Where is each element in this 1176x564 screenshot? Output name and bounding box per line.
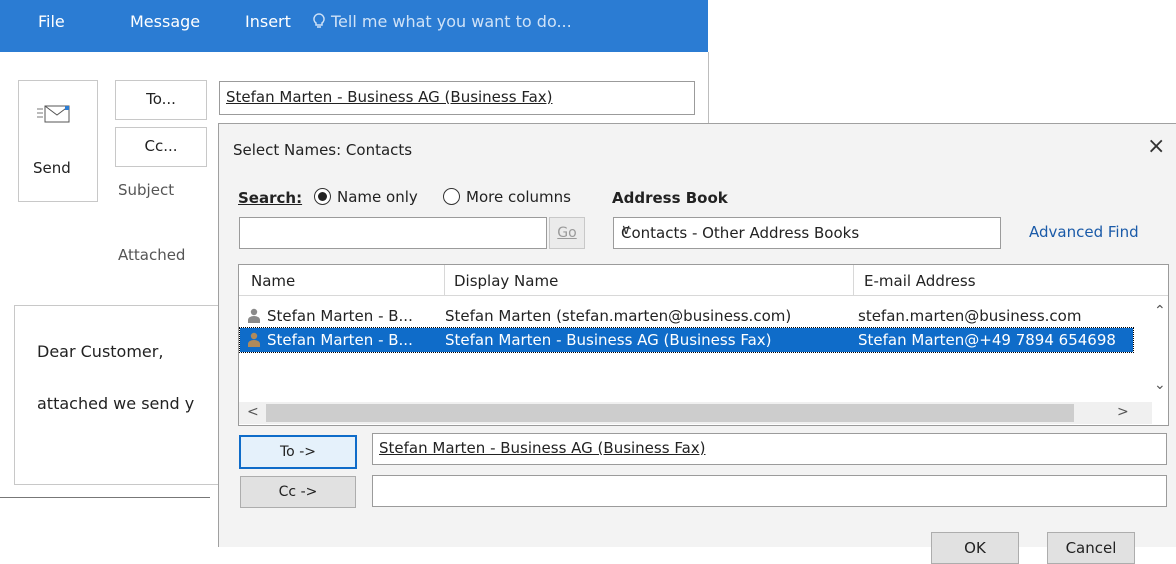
- address-book-label: Address Book: [612, 189, 728, 207]
- contact-email: Stefan Marten@+49 7894 654698: [858, 331, 1116, 349]
- contact-email: stefan.marten@business.com: [858, 307, 1082, 325]
- radio-more-columns-label: More columns: [466, 188, 571, 206]
- tab-insert[interactable]: Insert: [245, 12, 291, 31]
- cc-arrow-button[interactable]: Cc ->: [240, 476, 356, 508]
- send-button[interactable]: Send: [18, 80, 98, 202]
- column-name[interactable]: Name: [251, 272, 295, 290]
- body-line-2: attached we send y: [37, 394, 195, 413]
- contact-row[interactable]: Stefan Marten - B... Stefan Marten (stef…: [240, 304, 1133, 328]
- column-email[interactable]: E-mail Address: [864, 272, 976, 290]
- send-envelope-icon: [37, 105, 70, 123]
- horizontal-scrollbar[interactable]: < >: [239, 402, 1152, 424]
- column-divider[interactable]: [444, 265, 445, 295]
- contacts-list[interactable]: Name Display Name E-mail Address Stefan …: [238, 264, 1169, 426]
- compose-cc-button[interactable]: Cc...: [115, 127, 207, 167]
- chevron-down-icon: ∨: [621, 222, 632, 238]
- compose-to-value: Stefan Marten - Business AG (Business Fa…: [226, 88, 553, 106]
- scroll-left-icon[interactable]: <: [247, 404, 259, 420]
- contact-name: Stefan Marten - B...: [267, 307, 413, 325]
- lightbulb-icon: [313, 13, 325, 28]
- compose-to-button[interactable]: To...: [115, 80, 207, 120]
- message-body[interactable]: Dear Customer, attached we send y: [14, 305, 221, 485]
- to-recipients-value: Stefan Marten - Business AG (Business Fa…: [379, 439, 706, 457]
- cancel-button[interactable]: Cancel: [1047, 532, 1135, 564]
- radio-selected-icon: [314, 188, 331, 205]
- contact-display-name: Stefan Marten (stefan.marten@business.co…: [445, 307, 792, 325]
- to-arrow-button[interactable]: To ->: [239, 435, 357, 469]
- contact-person-icon: [248, 332, 260, 347]
- compose-to-field[interactable]: Stefan Marten - Business AG (Business Fa…: [219, 81, 695, 115]
- contact-person-icon: [248, 308, 260, 323]
- contact-name: Stefan Marten - B...: [267, 331, 413, 349]
- radio-name-only[interactable]: Name only: [314, 188, 418, 206]
- send-label: Send: [33, 159, 71, 177]
- contact-display-name: Stefan Marten - Business AG (Business Fa…: [445, 331, 772, 349]
- tab-message[interactable]: Message: [130, 12, 200, 31]
- ok-button[interactable]: OK: [931, 532, 1019, 564]
- subject-label: Subject: [118, 181, 175, 199]
- scroll-right-icon[interactable]: >: [1117, 404, 1129, 420]
- column-display-name[interactable]: Display Name: [454, 272, 558, 290]
- search-label: Search:: [238, 189, 303, 207]
- to-recipients-field[interactable]: Stefan Marten - Business AG (Business Fa…: [372, 433, 1167, 465]
- column-divider[interactable]: [853, 265, 854, 295]
- attached-label: Attached: [118, 246, 186, 264]
- radio-name-only-label: Name only: [337, 188, 418, 206]
- tell-me-search[interactable]: Tell me what you want to do...: [313, 12, 572, 31]
- scroll-down-icon[interactable]: ⌄: [1154, 377, 1166, 393]
- ribbon-bar: File Message Insert Tell me what you wan…: [0, 0, 708, 52]
- go-button[interactable]: Go: [549, 217, 585, 249]
- radio-more-columns[interactable]: More columns: [443, 188, 571, 206]
- contact-row-selected[interactable]: Stefan Marten - B... Stefan Marten - Bus…: [239, 327, 1134, 353]
- address-book-dropdown[interactable]: Contacts - Other Address Books ∨: [613, 217, 1001, 249]
- list-header: Name Display Name E-mail Address: [239, 265, 1168, 296]
- close-icon[interactable]: ×: [1147, 134, 1165, 159]
- divider: [0, 497, 210, 498]
- search-input[interactable]: [239, 217, 547, 249]
- body-line-1: Dear Customer,: [37, 342, 164, 361]
- vertical-scrollbar[interactable]: ⌃ ⌄: [1152, 295, 1167, 402]
- radio-unselected-icon: [443, 188, 460, 205]
- select-names-dialog: Select Names: Contacts × Search: Name on…: [218, 123, 1176, 564]
- cc-recipients-field[interactable]: [372, 475, 1167, 507]
- scroll-thumb[interactable]: [266, 404, 1074, 422]
- tell-me-text: Tell me what you want to do...: [331, 12, 572, 31]
- dialog-title: Select Names: Contacts: [233, 141, 413, 159]
- advanced-find-link[interactable]: Advanced Find: [1029, 223, 1139, 241]
- tab-file[interactable]: File: [38, 12, 65, 31]
- scroll-up-icon[interactable]: ⌃: [1154, 303, 1166, 319]
